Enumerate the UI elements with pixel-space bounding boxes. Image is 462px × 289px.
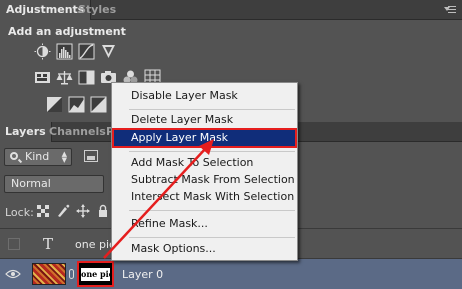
menu-item-disable-layer-mask[interactable]: Disable Layer Mask	[114, 88, 295, 104]
menu-item-mask-options[interactable]: Mask Options...	[114, 241, 295, 257]
lock-label: Lock:	[5, 206, 34, 219]
brightness-contrast-icon[interactable]	[34, 43, 51, 60]
menu-separator	[129, 237, 295, 238]
layer-mask-context-menu: Disable Layer Mask Delete Layer Mask App…	[111, 82, 298, 261]
layer-thumbnail[interactable]	[32, 263, 66, 285]
threshold-icon[interactable]	[90, 96, 107, 113]
menu-item-add-mask-to-selection[interactable]: Add Mask To Selection	[114, 155, 295, 171]
mask-thumbnail-text: one piece	[81, 268, 110, 281]
filter-kind-value: Kind	[25, 150, 50, 163]
eye-icon[interactable]	[5, 269, 21, 279]
posterize-icon[interactable]	[68, 96, 85, 113]
lock-image-pixels-icon[interactable]	[56, 204, 70, 218]
search-icon	[10, 152, 18, 160]
lock-transparent-pixels-icon[interactable]	[36, 204, 50, 218]
adjustment-icons-row-1	[34, 43, 117, 60]
text-layer-icon: T	[43, 235, 54, 253]
filter-kind-select[interactable]: Kind ▲ ▼	[4, 148, 72, 166]
menu-item-delete-layer-mask[interactable]: Delete Layer Mask	[114, 112, 295, 128]
blend-mode-value: Normal	[11, 177, 51, 190]
panel-menu-icon[interactable]	[444, 5, 456, 15]
layer-name[interactable]: Layer 0	[122, 268, 163, 281]
adjustments-tabbar: Adjustments Styles	[0, 0, 462, 20]
black-white-icon[interactable]	[78, 69, 95, 86]
menu-separator	[129, 210, 295, 211]
layer-name[interactable]: one pie	[75, 238, 116, 251]
menu-separator	[129, 109, 295, 110]
menu-separator	[129, 151, 295, 152]
layer-mask-thumbnail[interactable]: one piece	[77, 261, 114, 287]
exposure-icon[interactable]	[100, 43, 117, 60]
invert-icon[interactable]	[46, 96, 63, 113]
visibility-toggle-empty[interactable]	[8, 238, 20, 250]
lock-icons	[36, 204, 110, 218]
vibrance-icon[interactable]	[34, 69, 51, 86]
menu-item-subtract-mask-from-selection[interactable]: Subtract Mask From Selection	[114, 172, 295, 188]
updown-arrows-icon: ▲ ▼	[61, 150, 67, 164]
curves-icon[interactable]	[78, 43, 95, 60]
menu-item-refine-mask[interactable]: Refine Mask...	[114, 216, 295, 232]
menu-item-apply-layer-mask[interactable]: Apply Layer Mask	[112, 128, 297, 148]
layer-row-layer-0[interactable]: one piece Layer 0	[0, 258, 462, 289]
tab-styles[interactable]: Styles	[72, 0, 122, 20]
blend-mode-select[interactable]: Normal	[4, 175, 104, 193]
image-filter-icon[interactable]	[84, 150, 98, 162]
color-balance-icon[interactable]	[56, 69, 73, 86]
menu-item-intersect-mask-with-selection[interactable]: Intersect Mask With Selection	[114, 189, 295, 205]
mask-link-icon[interactable]	[69, 269, 74, 279]
lock-all-icon[interactable]	[96, 204, 110, 218]
lock-position-icon[interactable]	[76, 204, 90, 218]
adjustments-title: Add an adjustment	[8, 25, 126, 38]
levels-icon[interactable]	[56, 43, 73, 60]
